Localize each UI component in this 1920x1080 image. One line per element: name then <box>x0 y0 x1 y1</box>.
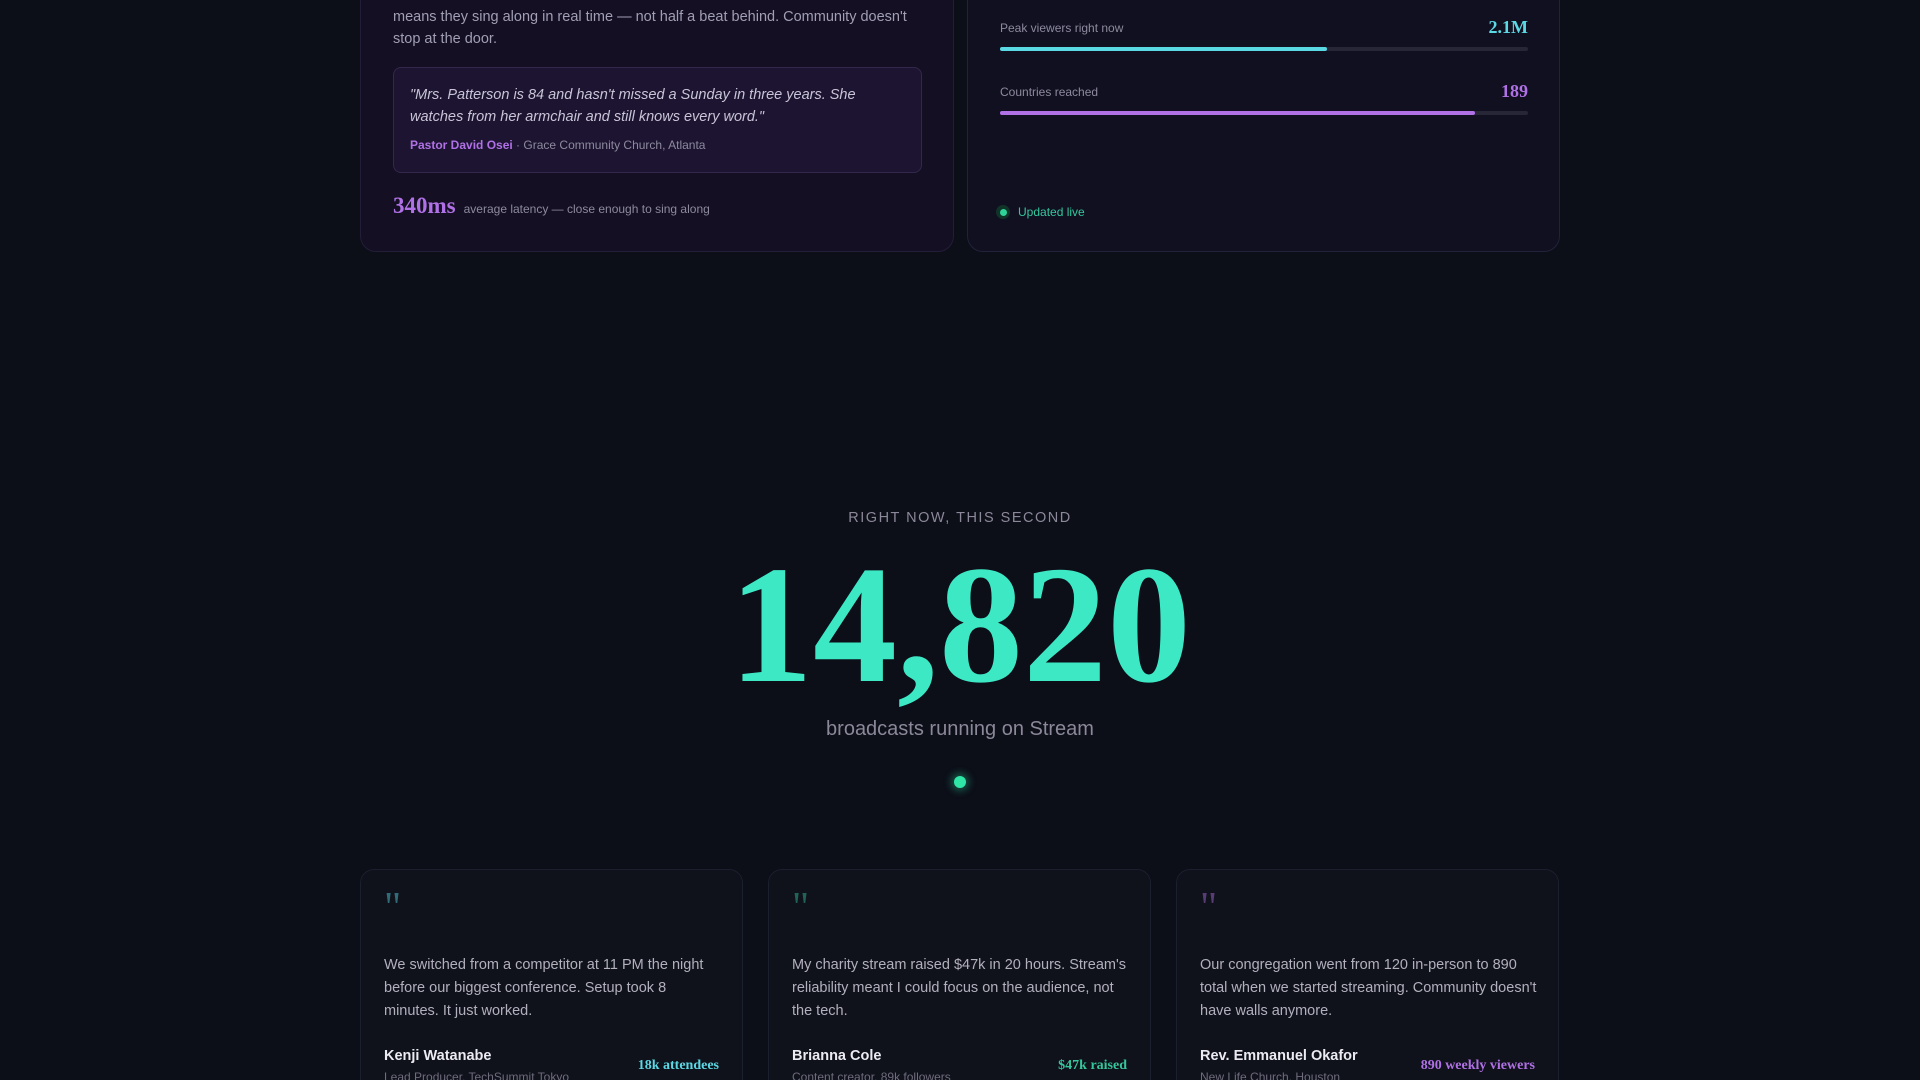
live-dot-icon <box>996 205 1010 219</box>
testimonial-metric: 18k attendees <box>637 1058 719 1073</box>
hero-subtitle: broadcasts running on Stream <box>826 718 1094 740</box>
stat-value: 189 <box>1501 81 1528 101</box>
broadcast-counter: 14,820 <box>729 532 1191 718</box>
testimonial-card: " My charity stream raised $47k in 20 ho… <box>768 869 1151 1080</box>
testimonial-text: My charity stream raised $47k in 20 hour… <box>792 957 1126 1019</box>
testimonial-role: New Life Church, Houston <box>1200 1070 1341 1080</box>
latency-stat: 340ms average latency — close enough to … <box>393 193 710 219</box>
stat-peak-viewers: Peak viewers right now 2.1M <box>1000 17 1528 51</box>
latency-label: average latency — close enough to sing a… <box>463 202 710 216</box>
quote-mark-icon: " <box>792 885 810 931</box>
quote-text: "Mrs. Patterson is 84 and hasn't missed … <box>410 87 856 125</box>
stat-label: Countries reached <box>1000 84 1099 99</box>
testimonial-metric: 890 weekly viewers <box>1420 1058 1535 1073</box>
latency-value: 340ms <box>393 193 456 218</box>
pastor-quote: "Mrs. Patterson is 84 and hasn't missed … <box>393 67 922 173</box>
live-status-label: Updated live <box>1018 205 1085 219</box>
testimonial-name: Kenji Watanabe <box>384 1048 492 1064</box>
live-stats-card: Peak viewers right now 2.1M Countries re… <box>967 0 1560 252</box>
quote-attribution: Pastor David Osei · Grace Community Chur… <box>410 138 905 152</box>
stat-fill <box>1000 47 1328 51</box>
quote-mark-icon: " <box>1200 885 1218 931</box>
stat-value: 2.1M <box>1488 17 1529 37</box>
story-text: means they sing along in real time — not… <box>393 9 907 47</box>
stat-fill <box>1000 111 1476 115</box>
testimonial-card: " We switched from a competitor at 11 PM… <box>360 869 743 1080</box>
page: means they sing along in real time — not… <box>0 0 1920 1080</box>
quote-author: Pastor David Osei <box>410 138 513 152</box>
testimonial-text: Our congregation went from 120 in-person… <box>1200 957 1537 1019</box>
testimonial-name: Rev. Emmanuel Okafor <box>1200 1048 1358 1064</box>
quote-mark-icon: " <box>384 885 402 931</box>
stat-track <box>1000 111 1528 115</box>
live-pulse-icon <box>954 776 966 788</box>
stat-label: Peak viewers right now <box>1000 20 1124 35</box>
quote-org: Grace Community Church, Atlanta <box>523 138 706 152</box>
testimonial-text: We switched from a competitor at 11 PM t… <box>384 957 704 1019</box>
hero-kicker: RIGHT NOW, THIS SECOND <box>848 510 1072 526</box>
testimonial-name: Brianna Cole <box>792 1048 882 1064</box>
testimonial-metric: $47k raised <box>1058 1058 1127 1073</box>
testimonial-role: Lead Producer, TechSummit Tokyo <box>384 1070 569 1080</box>
story-card: means they sing along in real time — not… <box>360 0 954 252</box>
live-status: Updated live <box>996 205 1085 219</box>
stat-countries: Countries reached 189 <box>1000 81 1528 115</box>
quote-separator: · <box>512 138 524 152</box>
testimonial-role: Content creator, 89k followers <box>792 1070 951 1080</box>
testimonial-card: " Our congregation went from 120 in-pers… <box>1176 869 1559 1080</box>
stat-track <box>1000 47 1528 51</box>
